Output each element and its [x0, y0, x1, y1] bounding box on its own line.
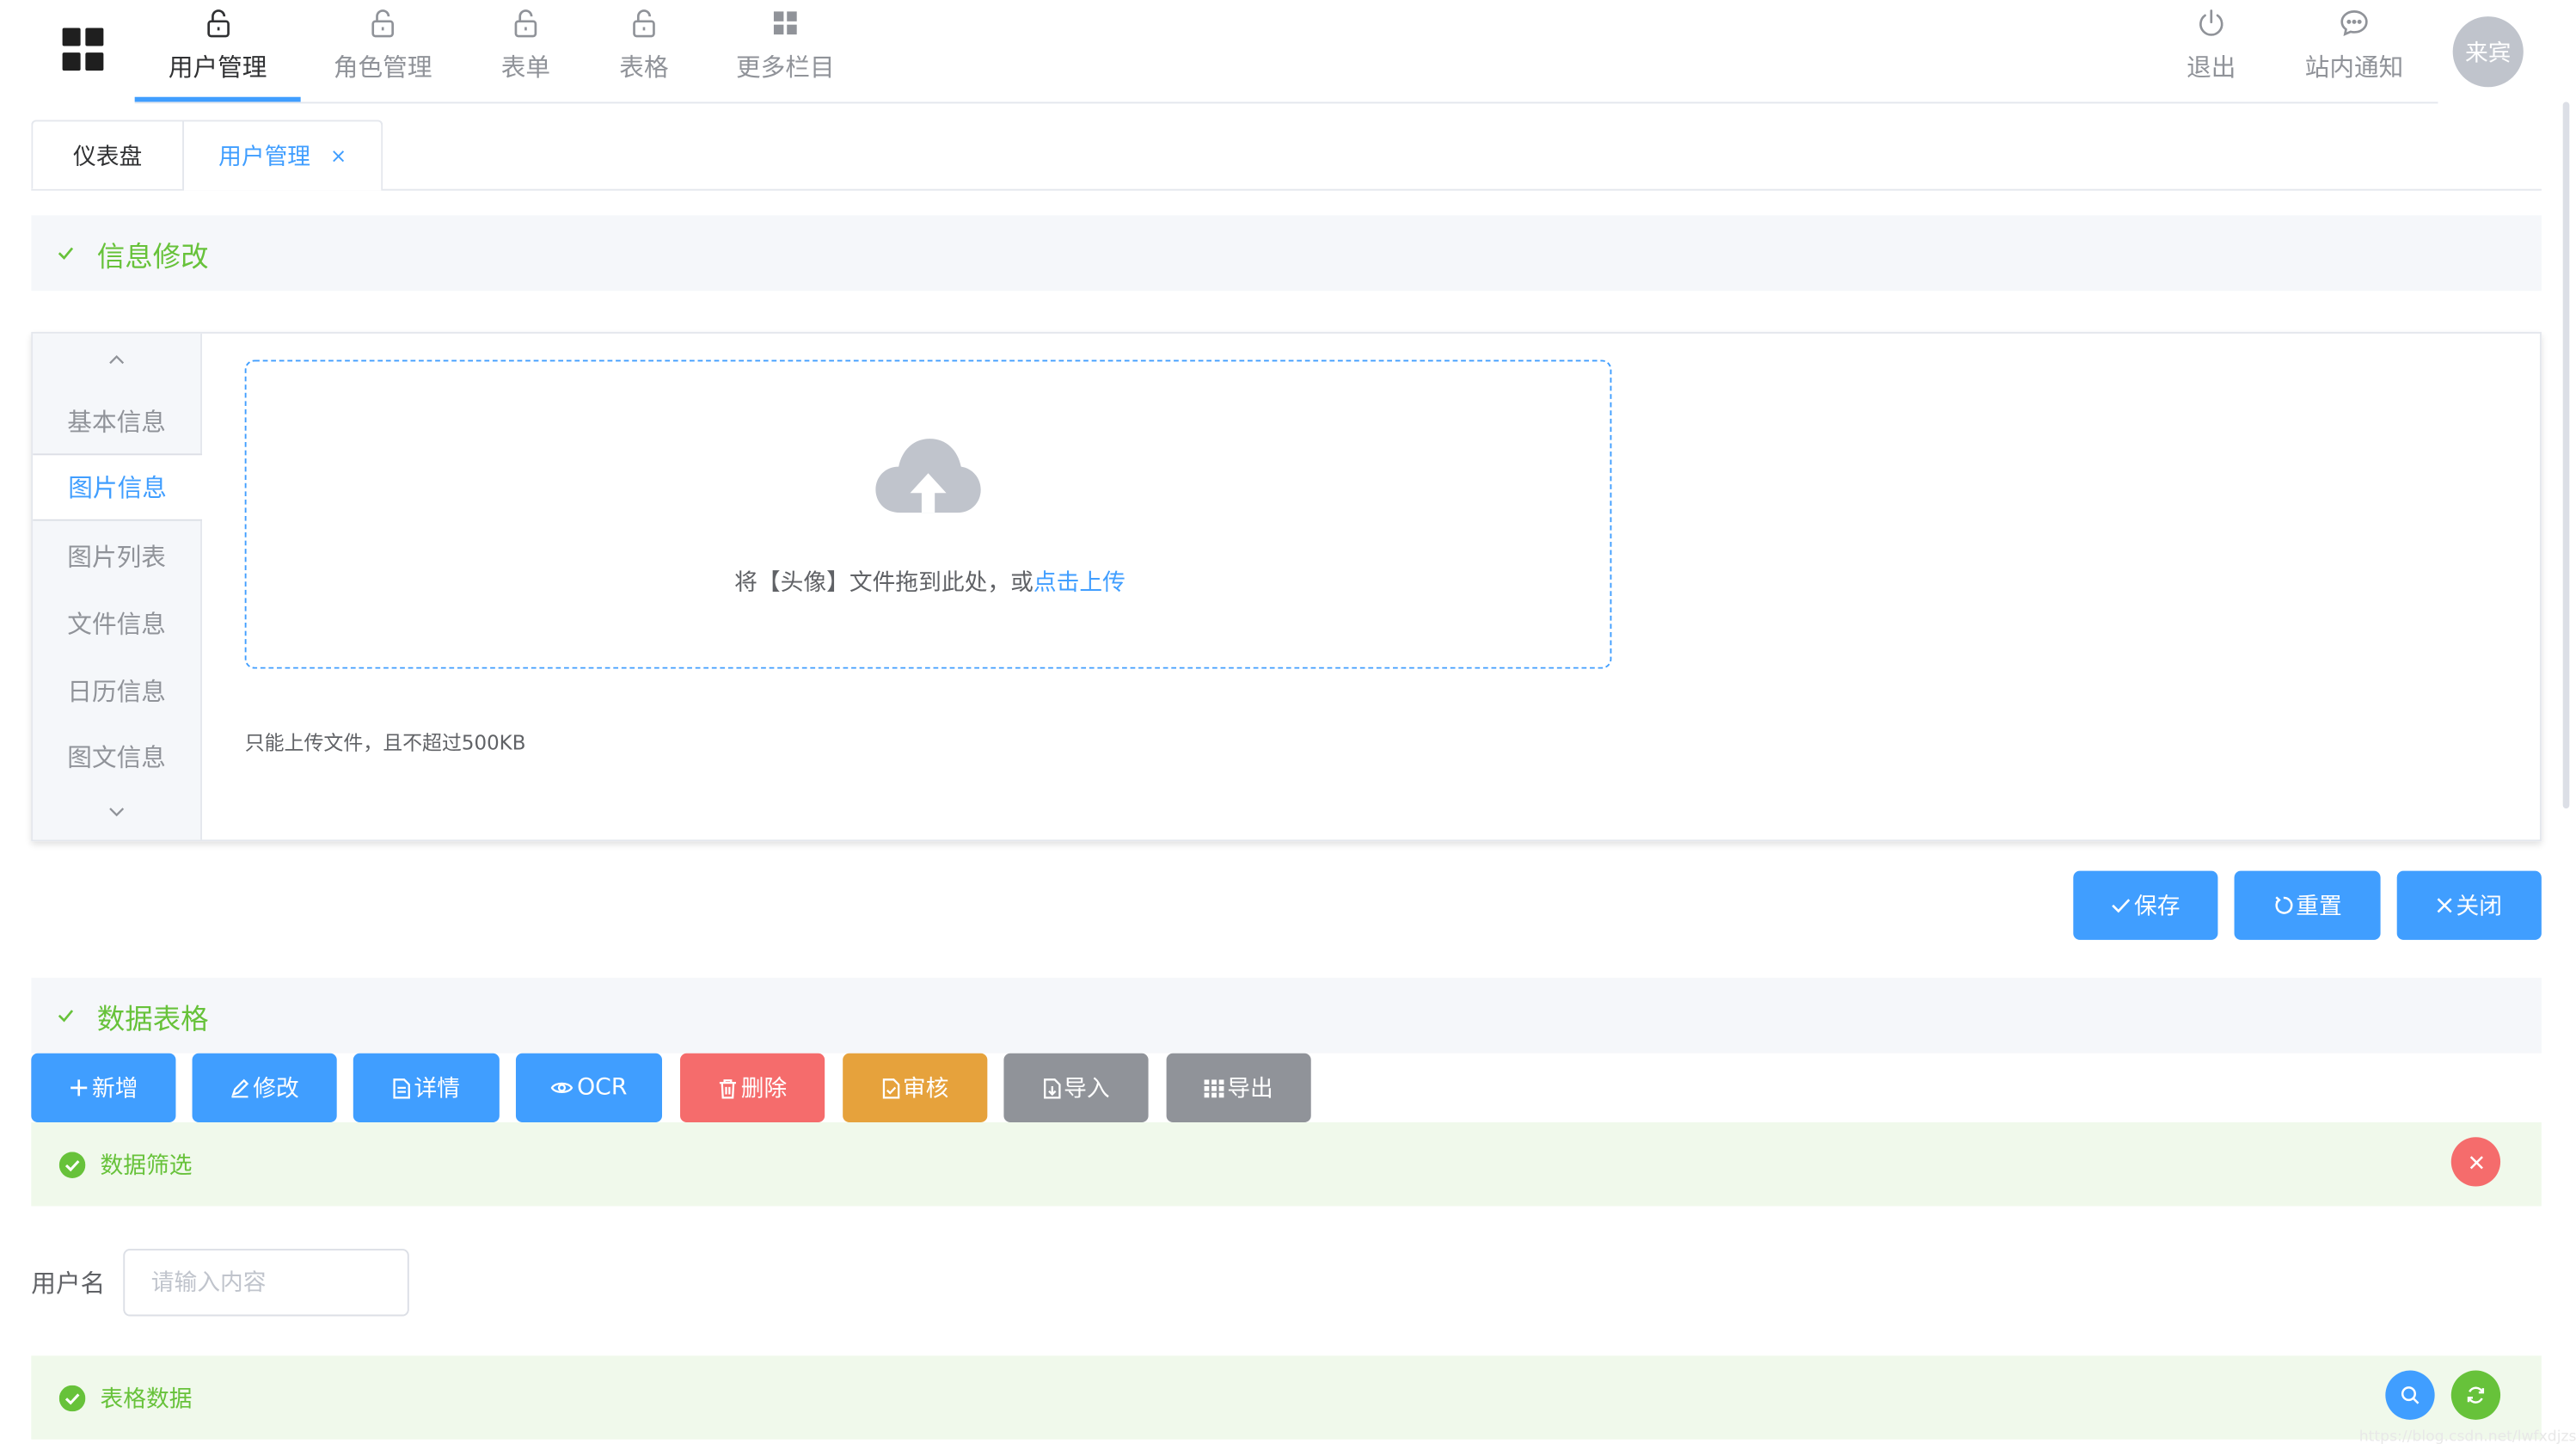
refresh-icon: [2466, 1385, 2486, 1405]
side-tab-image-list[interactable]: 图片列表: [33, 523, 200, 588]
power-icon: [2197, 7, 2226, 40]
table-data-bar: 表格数据: [31, 1355, 2542, 1440]
app-logo-grid-icon[interactable]: [62, 28, 106, 71]
side-tab-image-info[interactable]: 图片信息: [33, 453, 203, 521]
table-data-title: 表格数据: [100, 1385, 193, 1413]
import-label: 导入: [1064, 1076, 1110, 1103]
add-button[interactable]: 新增: [31, 1053, 176, 1123]
page-scrollbar[interactable]: [2562, 101, 2570, 809]
clear-filter-close-button[interactable]: [2450, 1137, 2501, 1187]
tab-label: 用户管理: [218, 144, 311, 171]
detail-button[interactable]: 详情: [353, 1053, 500, 1123]
tab-label: 仪表盘: [73, 144, 143, 170]
save-label: 保存: [2133, 894, 2180, 920]
close-label: 关闭: [2456, 894, 2502, 920]
upload-cloud-icon: [871, 433, 986, 525]
check-icon: [58, 1009, 77, 1023]
tabs-divider: [31, 188, 2542, 191]
username-input[interactable]: [123, 1249, 409, 1317]
nav-item-table[interactable]: 表格: [595, 0, 694, 101]
reset-label: 重置: [2296, 894, 2342, 920]
nav-label: 表格: [619, 52, 669, 83]
nav-label: 角色管理: [333, 52, 432, 83]
data-section-title: 数据表格: [96, 1003, 209, 1036]
watermark: https://blog.csdn.net/lwfxdjzsjhngq: [2358, 1429, 2576, 1447]
export-button[interactable]: 导出: [1166, 1053, 1311, 1123]
lock-icon: [370, 7, 396, 40]
lock-icon: [631, 7, 658, 40]
nav-item-user-management[interactable]: 用户管理: [135, 0, 301, 101]
edit-pencil-icon: [230, 1078, 249, 1098]
nav-label: 更多栏目: [735, 52, 835, 83]
lock-icon: [205, 7, 231, 40]
eye-icon: [551, 1079, 574, 1096]
lock-icon: [512, 7, 539, 40]
side-tab-file-info[interactable]: 文件信息: [33, 590, 200, 655]
success-check-icon: [58, 1384, 86, 1411]
ocr-label: OCR: [577, 1074, 628, 1102]
chevron-up-icon[interactable]: [33, 347, 200, 373]
tab-dashboard[interactable]: 仪表盘: [31, 120, 184, 189]
document-check-icon: [881, 1077, 899, 1098]
detail-label: 详情: [414, 1076, 460, 1103]
click-upload-link[interactable]: 点击上传: [1033, 570, 1125, 597]
avatar-upload-dropzone[interactable]: 将【头像】文件拖到此处，或点击上传: [244, 359, 1614, 669]
site-notice-label: 站内通知: [2304, 52, 2404, 83]
upload-instructions: 将【头像】文件拖到此处，或点击上传: [247, 565, 1614, 598]
edit-label: 修改: [253, 1076, 299, 1103]
logout-label: 退出: [2187, 52, 2236, 83]
close-icon: [2437, 897, 2453, 913]
audit-label: 审核: [902, 1076, 949, 1103]
chevron-down-icon[interactable]: [33, 799, 200, 826]
ocr-button[interactable]: OCR: [515, 1053, 663, 1123]
save-button[interactable]: 保存: [2073, 870, 2218, 940]
upload-tip: 只能上传文件，且不超过500KB: [244, 731, 526, 755]
plus-icon: [69, 1078, 89, 1097]
reset-button[interactable]: 重置: [2234, 870, 2381, 940]
refresh-button[interactable]: [2450, 1370, 2501, 1420]
info-section-header[interactable]: 信息修改: [31, 215, 2542, 292]
upload-instruction-text: 将【头像】文件拖到此处，或: [734, 570, 1033, 597]
check-icon: [58, 247, 77, 260]
edit-button[interactable]: 修改: [192, 1053, 337, 1123]
filter-bar: 数据筛选: [31, 1122, 2542, 1207]
avatar[interactable]: 来宾: [2452, 16, 2524, 88]
nav-label: 表单: [500, 52, 551, 83]
search-icon: [2401, 1385, 2420, 1405]
export-label: 导出: [1227, 1076, 1273, 1103]
grid-table-icon: [1204, 1078, 1224, 1097]
add-label: 新增: [91, 1076, 138, 1103]
refresh-icon: [2272, 895, 2292, 915]
nav-divider: [134, 101, 2438, 104]
delete-label: 删除: [740, 1076, 788, 1103]
nav-label: 用户管理: [168, 52, 267, 83]
document-icon: [393, 1077, 411, 1098]
check-icon: [2111, 897, 2131, 913]
delete-button[interactable]: 删除: [680, 1053, 825, 1123]
document-import-icon: [1042, 1077, 1060, 1098]
audit-button[interactable]: 审核: [843, 1053, 988, 1123]
nav-item-form[interactable]: 表单: [476, 0, 575, 101]
side-tab-calendar-info[interactable]: 日历信息: [33, 657, 200, 722]
logout-button[interactable]: 退出: [2168, 0, 2254, 101]
data-section-header[interactable]: 数据表格: [31, 977, 2542, 1054]
close-icon: [2469, 1154, 2483, 1169]
side-tab-rich-text-info[interactable]: 图文信息: [33, 723, 200, 789]
import-button[interactable]: 导入: [1003, 1053, 1149, 1123]
side-tab-basic-info[interactable]: 基本信息: [33, 388, 200, 453]
tab-user-management[interactable]: 用户管理 ×: [182, 120, 383, 191]
chat-bubble-icon: [2340, 7, 2369, 40]
success-check-icon: [58, 1151, 86, 1178]
close-icon[interactable]: ×: [330, 144, 347, 168]
info-section-title: 信息修改: [96, 240, 209, 274]
trash-icon: [718, 1077, 738, 1098]
search-button[interactable]: [2385, 1370, 2435, 1420]
close-button[interactable]: 关闭: [2396, 870, 2542, 940]
site-notice-button[interactable]: 站内通知: [2295, 0, 2413, 101]
nav-item-role-management[interactable]: 角色管理: [321, 0, 445, 101]
username-label: 用户名: [31, 1269, 106, 1299]
nav-item-more[interactable]: 更多栏目: [723, 0, 848, 101]
grid-icon: [772, 7, 799, 40]
filter-title: 数据筛选: [100, 1152, 193, 1179]
